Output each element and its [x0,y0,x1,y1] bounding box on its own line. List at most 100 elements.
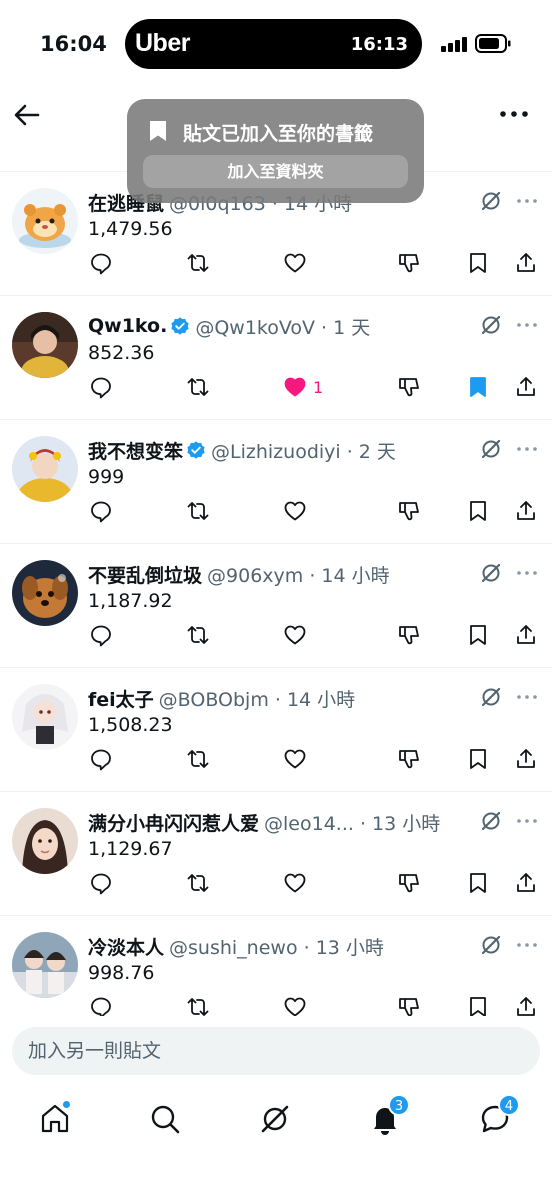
grok-icon[interactable] [480,438,502,460]
downvote-button[interactable] [397,746,421,772]
repost-button[interactable] [186,498,210,524]
reply-button[interactable] [89,250,113,276]
like-button[interactable] [283,622,313,648]
avatar[interactable] [12,932,78,998]
more-options-icon[interactable] [498,102,530,126]
post-item[interactable]: 不要乱倒垃圾 @906xym · 14 小時 1,187.92 [0,544,552,668]
downvote-button[interactable] [397,250,421,276]
bookmark-button[interactable] [466,994,490,1016]
author-name[interactable]: 不要乱倒垃圾 [88,561,202,588]
like-button[interactable]: 1 [283,374,323,400]
bookmark-icon [470,625,486,645]
reply-button[interactable] [89,374,113,400]
repost-button[interactable] [186,870,210,896]
repost-icon [187,750,209,768]
post-more-icon[interactable] [516,440,538,458]
avatar[interactable] [12,684,78,750]
post-item[interactable]: Qw1ko. @Qw1koVoV · 1 天 852.36 1 [0,296,552,420]
share-button[interactable] [514,374,538,400]
like-button[interactable] [283,870,313,896]
post-actions [0,870,552,900]
post-item[interactable]: 冷淡本人 @sushi_newo · 13 小時 998.76 [0,916,552,1016]
downvote-button[interactable] [397,994,421,1016]
avatar[interactable] [12,808,78,874]
post-more-icon[interactable] [516,564,538,582]
repost-icon [187,254,209,272]
add-post-input[interactable]: 加入另一則貼文 [12,1027,540,1075]
downvote-button[interactable] [397,870,421,896]
downvote-button[interactable] [397,498,421,524]
add-to-folder-button[interactable]: 加入至資料夾 [143,155,408,188]
nav-messages[interactable]: 4 [478,1094,520,1136]
reply-icon [91,377,111,399]
post-more-icon[interactable] [516,192,538,210]
like-button[interactable] [283,250,313,276]
downvote-button[interactable] [397,374,421,400]
repost-button[interactable] [186,374,210,400]
post-item[interactable]: 满分小冉闪闪惹人爱 @leo14... · 13 小時 1,129.67 [0,792,552,916]
post-more-icon[interactable] [516,812,538,830]
share-button[interactable] [514,622,538,648]
nav-notifications[interactable]: 3 [368,1094,410,1136]
grok-icon[interactable] [480,686,502,708]
repost-button[interactable] [186,746,210,772]
post-item[interactable]: 我不想变笨 @Lizhizuodiyi · 2 天 999 [0,420,552,544]
post-item[interactable]: fei太子 @BOBObjm · 14 小時 1,508.23 [0,668,552,792]
bookmark-button[interactable] [466,746,490,772]
share-button[interactable] [514,250,538,276]
avatar[interactable] [12,188,78,254]
post-actions [0,498,552,528]
like-button[interactable] [283,498,313,524]
nav-home[interactable] [38,1100,72,1136]
bookmark-button[interactable] [466,622,490,648]
back-arrow-icon[interactable] [12,100,42,130]
grok-icon[interactable] [480,810,502,832]
downvote-icon [399,750,419,769]
downvote-button[interactable] [397,622,421,648]
avatar[interactable] [12,436,78,502]
avatar[interactable] [12,312,78,378]
like-button[interactable] [283,746,313,772]
bookmark-button[interactable] [466,250,490,276]
grok-icon[interactable] [480,934,502,956]
reply-button[interactable] [89,746,113,772]
author-name[interactable]: 我不想变笨 [88,437,183,464]
reply-icon [91,625,111,647]
author-name[interactable]: Qw1ko. [88,315,167,337]
dynamic-island-live-activity[interactable]: Uber 16:13 [125,19,422,69]
share-button[interactable] [514,498,538,524]
bookmark-button[interactable] [466,374,490,400]
author-name[interactable]: 满分小冉闪闪惹人爱 [88,809,259,836]
reply-button[interactable] [89,622,113,648]
downvote-icon [399,874,419,893]
grok-icon[interactable] [480,314,502,336]
bookmark-button[interactable] [466,498,490,524]
reply-feed[interactable]: 在逃睡鼠 @0l0q163 · 14 小時 1,479.56 Qw1ko. @Qw1… [0,138,552,1016]
grok-icon[interactable] [480,190,502,212]
repost-button[interactable] [186,994,210,1016]
post-more-icon[interactable] [516,688,538,706]
reply-button[interactable] [89,994,113,1016]
share-button[interactable] [514,746,538,772]
post-more-icon[interactable] [516,316,538,334]
author-name[interactable]: 冷淡本人 [88,933,164,960]
post-more-icon[interactable] [516,936,538,954]
share-button[interactable] [514,870,538,896]
reply-button[interactable] [89,870,113,896]
repost-button[interactable] [186,250,210,276]
reply-icon [91,501,111,523]
avatar[interactable] [12,560,78,626]
author-name[interactable]: fei太子 [88,685,154,712]
share-icon [517,625,535,644]
home-unread-dot [62,1100,71,1109]
like-button[interactable] [283,994,313,1016]
nav-grok[interactable] [258,1102,292,1136]
share-button[interactable] [514,994,538,1016]
grok-icon[interactable] [480,562,502,584]
repost-button[interactable] [186,622,210,648]
reply-button[interactable] [89,498,113,524]
post-text: 852.36 [88,342,155,364]
post-text: 1,129.67 [88,838,173,860]
bookmark-button[interactable] [466,870,490,896]
nav-search[interactable] [148,1102,182,1136]
